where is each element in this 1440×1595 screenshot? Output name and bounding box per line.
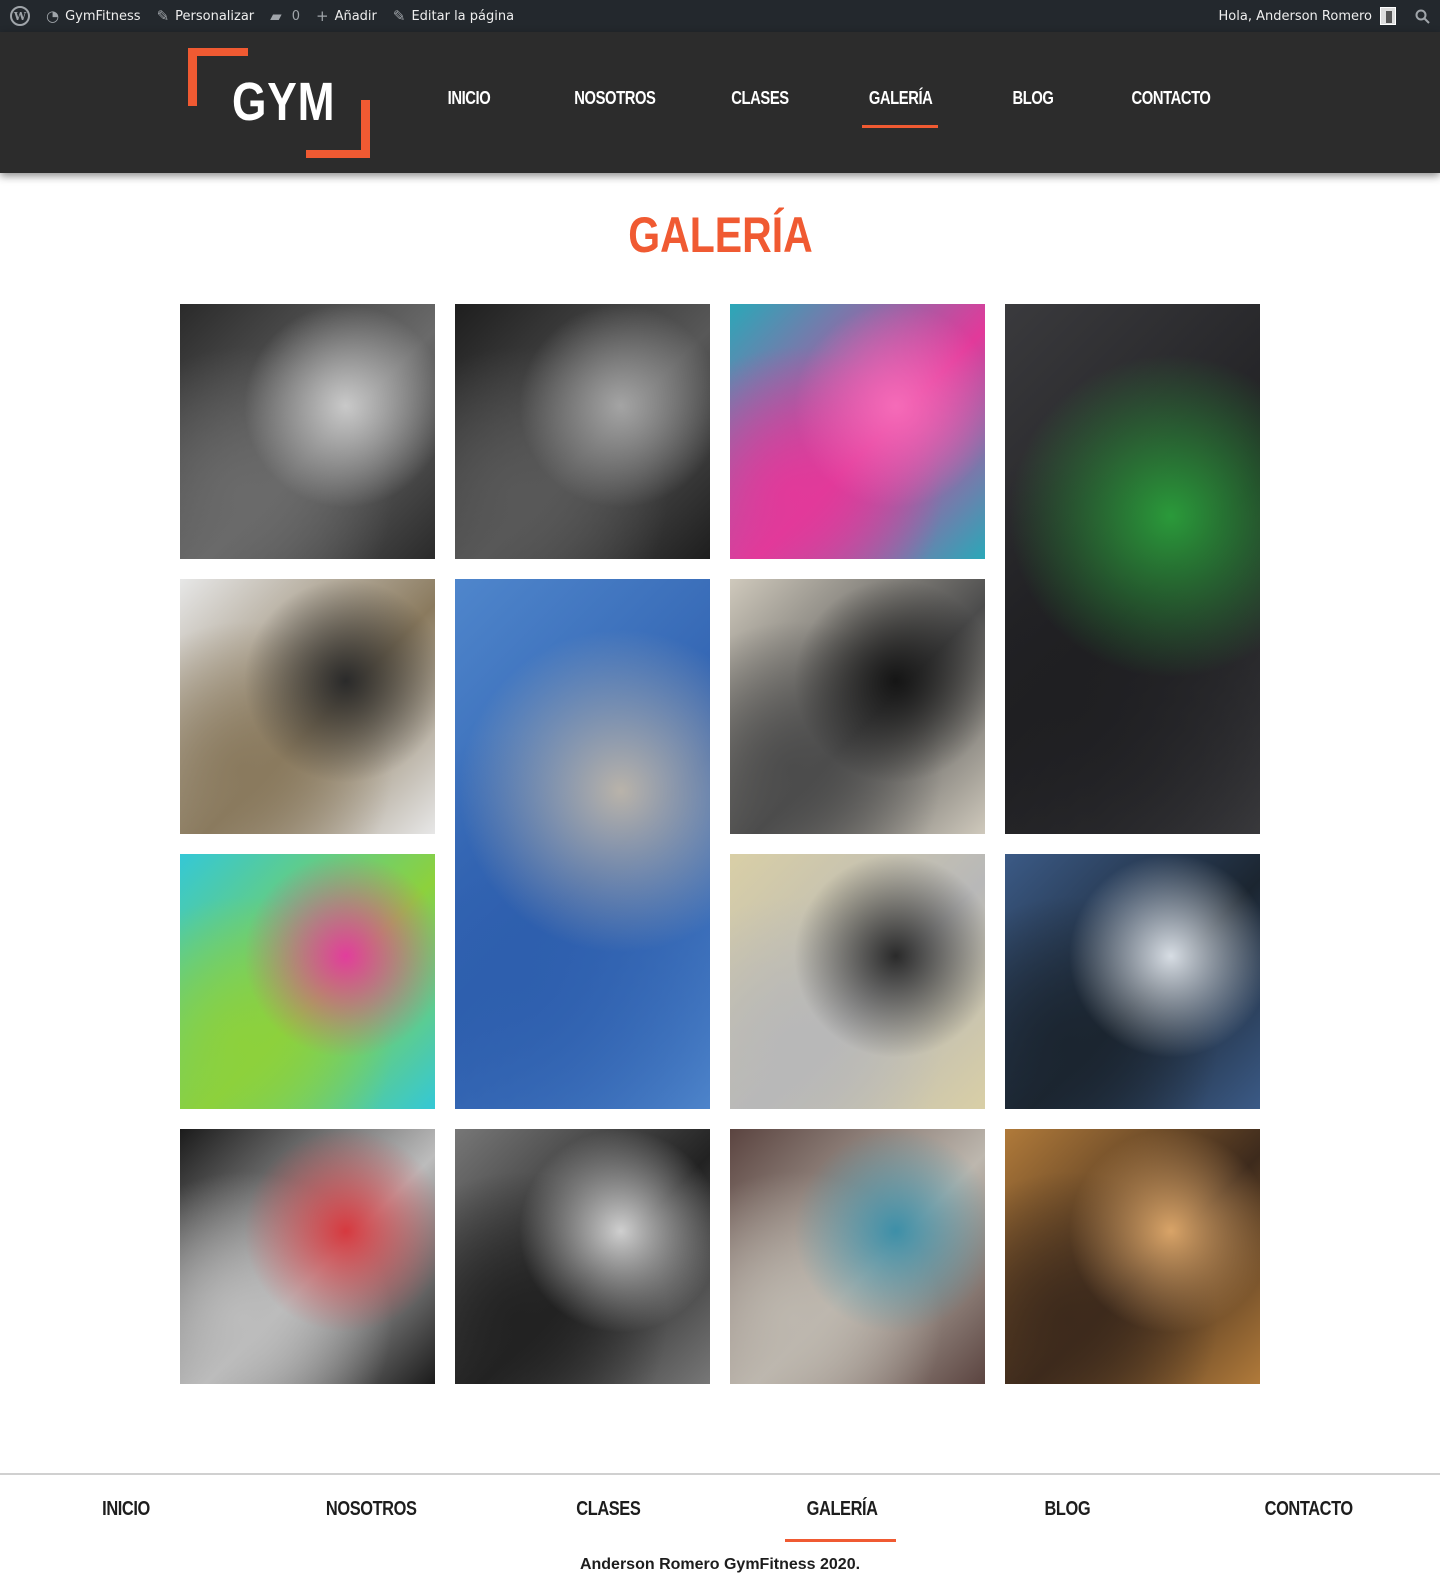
wordpress-icon: W xyxy=(10,6,30,26)
gallery-image[interactable] xyxy=(730,854,985,1109)
page-title: GALERÍA xyxy=(0,200,1440,270)
main-nav: INICIO NOSOTROS CLASES GALERÍA BLOG CONT… xyxy=(0,32,1440,173)
comments-count: 0 xyxy=(291,8,300,24)
nav-active-underline xyxy=(862,125,938,128)
nav-item-contacto[interactable]: CONTACTO xyxy=(1131,88,1211,120)
admin-search[interactable] xyxy=(1404,0,1440,32)
page-title-text: GALERÍA xyxy=(627,207,813,263)
site-name-label: GymFitness xyxy=(65,8,141,24)
nav-item-blog[interactable]: BLOG xyxy=(1013,88,1054,120)
nav-item-galeria[interactable]: GALERÍA xyxy=(869,88,933,120)
admin-site-name[interactable]: ◔ GymFitness xyxy=(38,0,149,32)
edit-page-label: Editar la página xyxy=(411,8,515,24)
footer-active-underline xyxy=(785,1539,896,1542)
new-content-label: Añadir xyxy=(334,8,377,24)
gallery-image[interactable] xyxy=(1005,1129,1260,1384)
customize-label: Personalizar xyxy=(175,8,255,24)
gallery-image[interactable] xyxy=(730,579,985,834)
admin-new-content[interactable]: + Añadir xyxy=(308,0,385,32)
footer-nav-nosotros[interactable]: NOSOTROS xyxy=(326,1498,417,1521)
wp-admin-bar: W ◔ GymFitness ✎ Personalizar ▰ 0 + Añad… xyxy=(0,0,1440,32)
gallery-image[interactable] xyxy=(455,579,710,1109)
gallery-image[interactable] xyxy=(180,1129,435,1384)
gallery-image[interactable] xyxy=(180,304,435,559)
admin-my-account[interactable]: Hola, Anderson Romero xyxy=(1211,0,1404,32)
admin-comments[interactable]: ▰ 0 xyxy=(262,0,308,32)
gallery-image[interactable] xyxy=(730,1129,985,1384)
search-icon xyxy=(1415,9,1430,24)
nav-item-nosotros[interactable]: NOSOTROS xyxy=(574,88,656,120)
gallery-image[interactable] xyxy=(1005,854,1260,1109)
avatar xyxy=(1380,7,1396,25)
wordpress-logo-menu[interactable]: W xyxy=(2,0,38,32)
gallery-image[interactable] xyxy=(455,1129,710,1384)
footer-nav-inicio[interactable]: INICIO xyxy=(101,1498,150,1521)
admin-bar-right: Hola, Anderson Romero xyxy=(1211,0,1440,32)
comment-icon: ▰ xyxy=(270,7,282,25)
admin-bar-left: W ◔ GymFitness ✎ Personalizar ▰ 0 + Añad… xyxy=(0,0,522,32)
dashboard-icon: ◔ xyxy=(46,7,60,25)
admin-customize[interactable]: ✎ Personalizar xyxy=(149,0,263,32)
paintbrush-icon: ✎ xyxy=(156,7,170,25)
footer-nav-clases[interactable]: CLASES xyxy=(576,1498,640,1521)
footer-nav-contacto[interactable]: CONTACTO xyxy=(1265,1498,1354,1521)
plus-icon: + xyxy=(315,7,329,25)
copyright-text: Anderson Romero GymFitness 2020. xyxy=(579,1556,861,1573)
pencil-icon: ✎ xyxy=(392,7,406,25)
gallery-image[interactable] xyxy=(180,579,435,834)
footer-divider xyxy=(0,1473,1440,1475)
nav-item-inicio[interactable]: INICIO xyxy=(442,88,496,120)
gallery-image[interactable] xyxy=(1005,304,1260,834)
nav-item-clases[interactable]: CLASES xyxy=(730,88,789,120)
gallery-image[interactable] xyxy=(455,304,710,559)
gallery-image[interactable] xyxy=(180,854,435,1109)
footer-nav-galeria[interactable]: GALERÍA xyxy=(807,1498,878,1521)
admin-edit-page[interactable]: ✎ Editar la página xyxy=(385,0,522,32)
gallery-image[interactable] xyxy=(730,304,985,559)
footer-nav-blog[interactable]: BLOG xyxy=(1045,1498,1091,1521)
account-greeting: Hola, Anderson Romero xyxy=(1218,8,1372,24)
